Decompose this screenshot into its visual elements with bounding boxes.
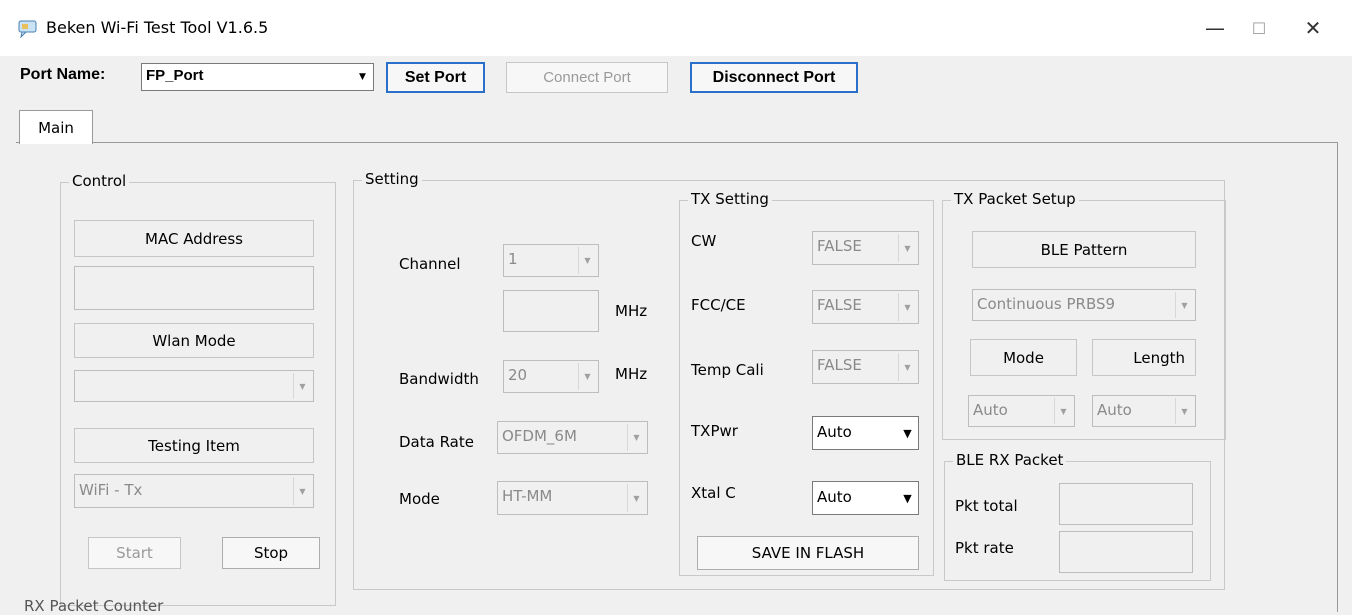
bandwidth-value: 20: [508, 366, 528, 384]
chevron-down-icon: ▼: [898, 353, 916, 381]
channel-value: 1: [508, 250, 518, 268]
chevron-down-icon: ▼: [359, 72, 366, 82]
rx-packet-counter-label: RX Packet Counter: [24, 597, 164, 615]
data-rate-value: OFDM_6M: [502, 427, 577, 445]
chevron-down-icon: ▼: [1054, 398, 1072, 424]
fcc-ce-select[interactable]: FALSE ▼: [812, 290, 919, 324]
chevron-down-icon: ▼: [898, 234, 916, 262]
txpwr-select[interactable]: Auto ▼: [812, 416, 919, 450]
data-rate-select[interactable]: OFDM_6M ▼: [497, 421, 648, 454]
txpwr-value: Auto: [817, 423, 852, 441]
temp-cali-select[interactable]: FALSE ▼: [812, 350, 919, 384]
bandwidth-select[interactable]: 20 ▼: [503, 360, 599, 393]
channel-select[interactable]: 1 ▼: [503, 244, 599, 277]
cw-select[interactable]: FALSE ▼: [812, 231, 919, 265]
tab-main[interactable]: Main: [19, 110, 93, 144]
ble-pattern-value: Continuous PRBS9: [977, 295, 1116, 313]
mode-select[interactable]: HT-MM ▼: [497, 481, 648, 515]
fcc-ce-label: FCC/CE: [691, 296, 746, 314]
pkt-total-label: Pkt total: [955, 497, 1018, 515]
start-button[interactable]: Start: [88, 537, 181, 569]
chevron-down-icon: ▼: [627, 424, 645, 451]
stop-button[interactable]: Stop: [222, 537, 320, 569]
ble-pattern-label: BLE Pattern: [972, 231, 1196, 268]
maximize-button[interactable]: ☐: [1236, 8, 1282, 48]
txpwr-label: TXPwr: [691, 422, 738, 440]
setting-group-title: Setting: [362, 170, 422, 188]
temp-cali-label: Temp Cali: [691, 361, 764, 379]
minimize-button[interactable]: —: [1192, 8, 1238, 48]
chevron-down-icon: ▼: [1175, 398, 1193, 424]
port-select-value: FP_Port: [146, 67, 204, 84]
pkt-total-field[interactable]: [1059, 483, 1193, 525]
chevron-down-icon: ▼: [578, 247, 596, 274]
pkt-rate-field[interactable]: [1059, 531, 1193, 573]
mode-label: Mode: [399, 490, 440, 508]
ble-pattern-select[interactable]: Continuous PRBS9 ▼: [972, 289, 1196, 321]
tx-length-label: Length: [1092, 339, 1196, 376]
bandwidth-unit: MHz: [615, 365, 648, 383]
pkt-rate-label: Pkt rate: [955, 539, 1014, 557]
connect-port-button[interactable]: Connect Port: [506, 62, 668, 93]
disconnect-port-button[interactable]: Disconnect Port: [690, 62, 858, 93]
channel-label: Channel: [399, 255, 461, 273]
wlan-mode-select[interactable]: ▼: [74, 370, 314, 402]
save-in-flash-button[interactable]: SAVE IN FLASH: [697, 536, 919, 570]
temp-cali-value: FALSE: [817, 356, 862, 374]
chevron-down-icon: ▼: [578, 363, 596, 390]
bandwidth-label: Bandwidth: [399, 370, 479, 388]
mac-address-label: MAC Address: [74, 220, 314, 257]
tx-length-select[interactable]: Auto ▼: [1092, 395, 1196, 427]
chevron-down-icon: ▼: [1175, 292, 1193, 318]
chevron-down-icon: ▼: [903, 491, 912, 505]
set-port-button[interactable]: Set Port: [386, 62, 485, 93]
frequency-field[interactable]: [503, 290, 599, 332]
mode-value: HT-MM: [502, 487, 553, 505]
data-rate-label: Data Rate: [399, 433, 474, 451]
cw-value: FALSE: [817, 237, 862, 255]
testing-item-label: Testing Item: [74, 428, 314, 463]
close-button[interactable]: ✕: [1290, 8, 1336, 48]
tx-packet-setup-title: TX Packet Setup: [951, 190, 1079, 208]
chevron-down-icon: ▼: [903, 426, 912, 440]
chevron-down-icon: ▼: [293, 477, 311, 505]
ble-rx-packet-title: BLE RX Packet: [953, 451, 1067, 469]
tx-mode-select[interactable]: Auto ▼: [968, 395, 1075, 427]
fcc-ce-value: FALSE: [817, 296, 862, 314]
port-name-label: Port Name:: [20, 66, 106, 83]
tx-mode-label: Mode: [970, 339, 1077, 376]
window-title: Beken Wi-Fi Test Tool V1.6.5: [46, 18, 269, 37]
app-icon: [18, 20, 38, 39]
chevron-down-icon: ▼: [627, 484, 645, 512]
frequency-unit: MHz: [615, 302, 648, 320]
control-group-title: Control: [69, 172, 130, 190]
chevron-down-icon: ▼: [898, 293, 916, 321]
testing-item-value: WiFi - Tx: [79, 481, 143, 499]
tx-length-value: Auto: [1097, 401, 1132, 419]
wlan-mode-label: Wlan Mode: [74, 323, 314, 358]
xtal-c-label: Xtal C: [691, 484, 736, 502]
tx-mode-value: Auto: [973, 401, 1008, 419]
chevron-down-icon: ▼: [293, 373, 311, 399]
cw-label: CW: [691, 232, 717, 250]
tx-setting-title: TX Setting: [688, 190, 772, 208]
xtal-c-select[interactable]: Auto ▼: [812, 481, 919, 515]
mac-address-field[interactable]: [74, 266, 314, 310]
testing-item-select[interactable]: WiFi - Tx ▼: [74, 474, 314, 508]
xtal-c-value: Auto: [817, 488, 852, 506]
port-select[interactable]: FP_Port ▼: [141, 63, 374, 91]
